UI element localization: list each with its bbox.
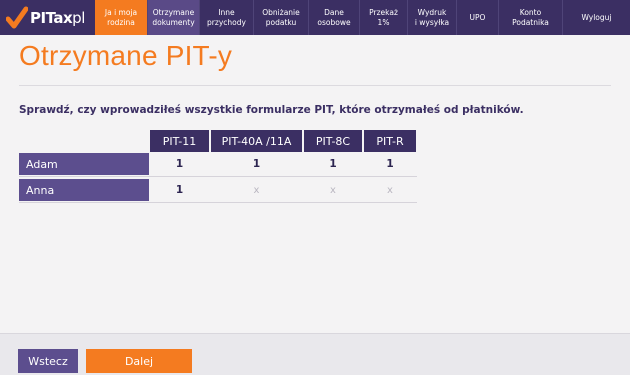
table-cell[interactable]: 1 bbox=[211, 153, 302, 175]
column-header: PIT-11 bbox=[150, 130, 209, 152]
row-divider bbox=[19, 176, 417, 177]
instruction-text: Sprawdź, czy wprowadziłeś wszystkie form… bbox=[19, 104, 524, 116]
checkmark-logo-icon bbox=[6, 6, 28, 28]
nav-item-8[interactable]: UPO bbox=[456, 0, 498, 35]
logo-text: PITaxpl bbox=[30, 8, 85, 27]
back-button[interactable]: Wstecz bbox=[18, 349, 78, 373]
nav-item-10[interactable]: Wyloguj bbox=[562, 0, 630, 35]
table-cell[interactable]: 1 bbox=[150, 179, 209, 201]
row-label: Adam bbox=[19, 153, 149, 175]
column-header: PIT-40A /11A bbox=[211, 130, 302, 152]
nav-item-9[interactable]: Konto Podatnika bbox=[498, 0, 562, 35]
column-header: PIT-R bbox=[364, 130, 416, 152]
main-nav: Ja i moja rodzina Otrzymane dokumenty Inne… bbox=[95, 0, 630, 35]
nav-item-5[interactable]: Dane osobowe bbox=[308, 0, 359, 35]
nav-item-7[interactable]: Wydruk i wysyłka bbox=[407, 0, 456, 35]
table-cell: x bbox=[387, 184, 393, 196]
table-cell: x bbox=[330, 184, 336, 196]
table-cell: x bbox=[253, 184, 260, 196]
nav-item-3[interactable]: Inne przychody bbox=[199, 0, 253, 35]
nav-item-4[interactable]: Obniżanie podatku bbox=[253, 0, 308, 35]
nav-item-6[interactable]: Przekaż 1% bbox=[359, 0, 407, 35]
nav-item-2[interactable]: Otrzymane dokumenty bbox=[147, 0, 199, 35]
row-divider bbox=[19, 202, 417, 203]
nav-item-1[interactable]: Ja i moja rodzina bbox=[95, 0, 147, 35]
row-label: Anna bbox=[19, 179, 149, 201]
page-title: Otrzymane PIT-y bbox=[19, 40, 233, 71]
top-navigation-bar: PITaxpl Ja i moja rodzina Otrzymane dokum… bbox=[0, 0, 630, 35]
table-cell[interactable]: 1 bbox=[364, 153, 416, 175]
next-button[interactable]: Dalej bbox=[86, 349, 192, 373]
logo[interactable]: PITaxpl bbox=[0, 0, 95, 35]
table-cell[interactable]: 1 bbox=[150, 153, 209, 175]
column-header: PIT-8C bbox=[304, 130, 362, 152]
table-cell[interactable]: 1 bbox=[304, 153, 362, 175]
title-divider bbox=[19, 85, 611, 86]
